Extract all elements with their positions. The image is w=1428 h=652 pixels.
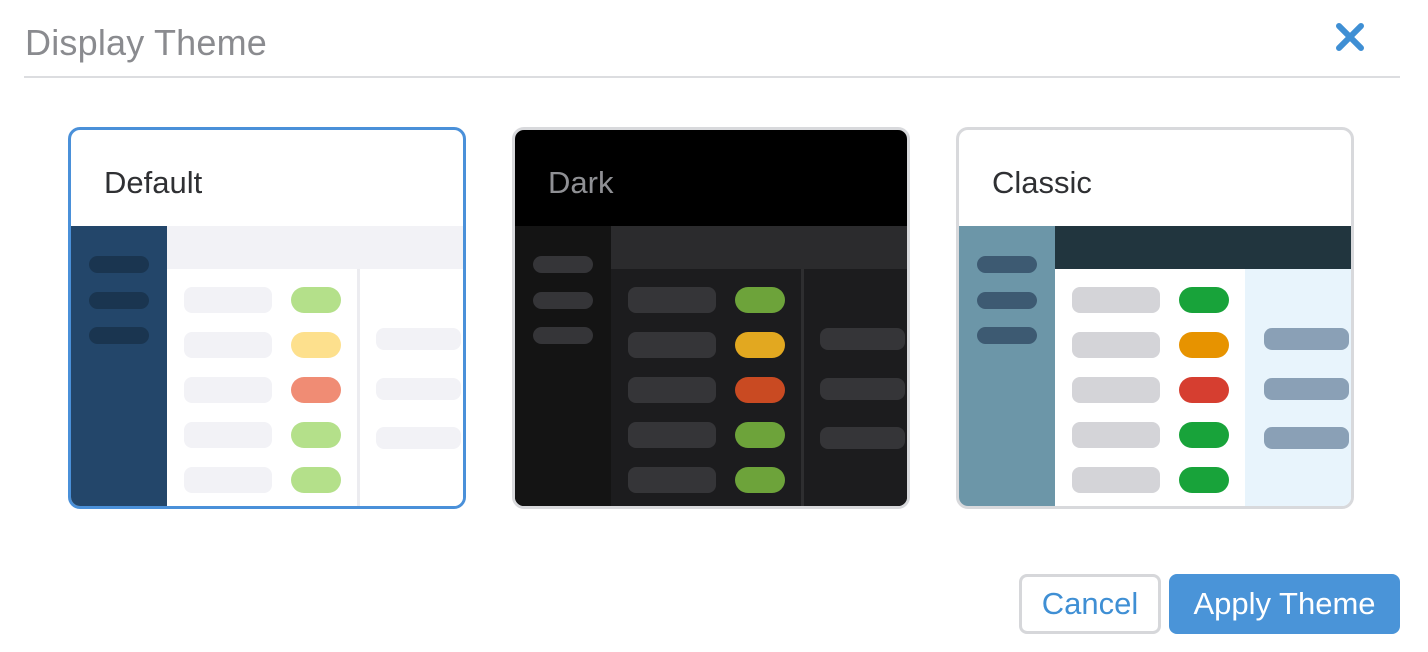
- preview-detail-item: [1264, 378, 1349, 400]
- preview-row-text: [628, 332, 716, 358]
- preview-topbar: [1055, 226, 1351, 269]
- preview-detail-item: [820, 427, 905, 449]
- preview-detail-item: [376, 378, 461, 400]
- preview-row-text: [1072, 332, 1160, 358]
- preview-main: [1055, 269, 1245, 506]
- preview-row-text: [184, 467, 272, 493]
- theme-card-classic[interactable]: Classic: [956, 127, 1354, 509]
- preview-status-badge: [735, 377, 785, 403]
- preview-detail-item: [376, 427, 461, 449]
- preview-status-badge: [291, 467, 341, 493]
- display-theme-dialog: Display Theme Default Dark Classic Cancel …: [0, 0, 1428, 652]
- preview-status-badge: [291, 332, 341, 358]
- preview-row-text: [184, 422, 272, 448]
- theme-preview: [515, 226, 907, 506]
- theme-card-name: Dark: [548, 165, 614, 200]
- dialog-header: Display Theme: [24, 0, 1400, 78]
- preview-sidebar: [959, 226, 1055, 506]
- preview-topbar: [167, 226, 463, 269]
- preview-status-badge: [1179, 287, 1229, 313]
- preview-status-badge: [1179, 332, 1229, 358]
- preview-detail-item: [820, 328, 905, 350]
- preview-row-text: [1072, 467, 1160, 493]
- preview-row-text: [184, 377, 272, 403]
- preview-sidebar-item: [977, 256, 1037, 273]
- preview-row-text: [628, 422, 716, 448]
- theme-card-name: Classic: [992, 165, 1092, 200]
- preview-sidebar-item: [89, 256, 149, 273]
- preview-sidebar-item: [977, 327, 1037, 344]
- preview-detail-item: [1264, 427, 1349, 449]
- theme-card-name: Default: [104, 165, 203, 200]
- preview-detail-item: [820, 378, 905, 400]
- preview-detail-item: [1264, 328, 1349, 350]
- preview-sidebar-item: [89, 292, 149, 309]
- preview-topbar: [611, 226, 907, 269]
- preview-detail-panel: [801, 269, 907, 506]
- preview-status-badge: [735, 332, 785, 358]
- preview-status-badge: [735, 287, 785, 313]
- close-button[interactable]: [1331, 18, 1369, 56]
- preview-row-text: [1072, 287, 1160, 313]
- preview-status-badge: [1179, 467, 1229, 493]
- preview-status-badge: [291, 422, 341, 448]
- theme-preview: [71, 226, 463, 506]
- preview-status-badge: [1179, 377, 1229, 403]
- preview-row-text: [184, 287, 272, 313]
- preview-status-badge: [291, 287, 341, 313]
- dialog-title: Display Theme: [25, 22, 268, 63]
- preview-detail-panel: [357, 269, 463, 506]
- preview-status-badge: [735, 422, 785, 448]
- preview-row-text: [628, 377, 716, 403]
- preview-sidebar: [71, 226, 167, 506]
- preview-sidebar-item: [533, 327, 593, 344]
- preview-row-text: [628, 467, 716, 493]
- preview-main: [611, 269, 801, 506]
- preview-sidebar: [515, 226, 611, 506]
- preview-detail-item: [376, 328, 461, 350]
- preview-sidebar-item: [533, 292, 593, 309]
- theme-preview: [959, 226, 1351, 506]
- theme-card-dark[interactable]: Dark: [512, 127, 910, 509]
- preview-status-badge: [735, 467, 785, 493]
- close-x-icon: [1336, 23, 1364, 51]
- preview-row-text: [1072, 422, 1160, 448]
- preview-sidebar-item: [533, 256, 593, 273]
- preview-sidebar-item: [89, 327, 149, 344]
- preview-main: [167, 269, 357, 506]
- apply-theme-button[interactable]: Apply Theme: [1169, 574, 1400, 634]
- preview-row-text: [628, 287, 716, 313]
- theme-card-default[interactable]: Default: [68, 127, 466, 509]
- preview-detail-panel: [1245, 269, 1351, 506]
- preview-row-text: [184, 332, 272, 358]
- preview-row-text: [1072, 377, 1160, 403]
- preview-status-badge: [1179, 422, 1229, 448]
- cancel-button[interactable]: Cancel: [1019, 574, 1161, 634]
- preview-sidebar-item: [977, 292, 1037, 309]
- preview-status-badge: [291, 377, 341, 403]
